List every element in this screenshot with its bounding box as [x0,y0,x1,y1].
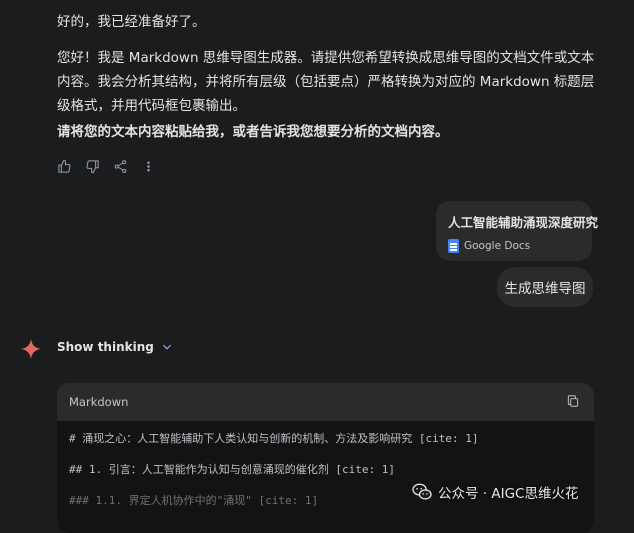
chevron-down-icon [162,344,171,350]
reply-paragraph-intro: 您好！我是 Markdown 思维导图生成器。请提供您希望转换成思维导图的文档文… [57,50,595,114]
gemini-sparkle-icon [20,338,42,360]
copy-icon [567,394,579,407]
thumb-down-icon[interactable] [84,158,100,174]
more-vert-icon[interactable] [140,158,156,174]
google-docs-icon [448,239,459,253]
wechat-icon [412,483,432,500]
watermark: 公众号 · AIGC思维火花 [412,482,578,502]
show-thinking-label: Show thinking [57,340,154,354]
show-thinking-toggle[interactable]: Show thinking [57,340,174,354]
thumb-up-icon[interactable] [56,158,72,174]
watermark-text: 公众号 · AIGC思维火花 [438,486,579,502]
code-block-header: Markdown [57,383,594,421]
attachment-source: Google Docs [448,239,580,253]
code-language-label: Markdown [69,395,129,409]
code-block: Markdown # 涌现之心：人工智能辅助下人类认知与创新的机制、方法及影响研… [57,383,594,533]
share-icon[interactable] [112,158,128,174]
response-actions [56,158,156,174]
code-line: # 涌现之心：人工智能辅助下人类认知与创新的机制、方法及影响研究 [cite: … [69,432,479,445]
reply-paragraph-greeting: 好的，我已经准备好了。 [57,14,206,30]
code-content: # 涌现之心：人工智能辅助下人类认知与创新的机制、方法及影响研究 [cite: … [57,421,594,533]
attachment-card[interactable]: 人工智能辅助涌现深度研究 Google Docs [436,201,599,261]
attachment-source-label: Google Docs [464,240,531,252]
copy-code-button[interactable] [566,393,580,412]
reply-paragraph-request: 请将您的文本内容粘贴给我，或者告诉我您想要分析的文档内容。 [57,124,449,140]
user-message-bubble: 生成思维导图 [497,267,593,307]
attachment-title: 人工智能辅助涌现深度研究 [448,215,599,230]
